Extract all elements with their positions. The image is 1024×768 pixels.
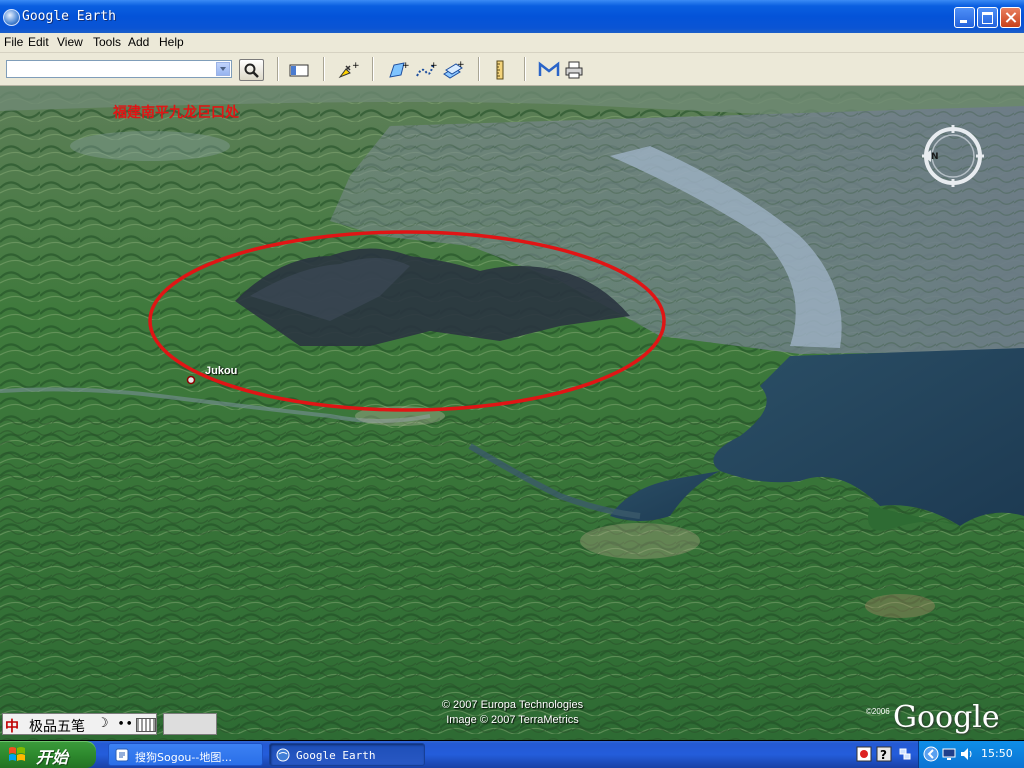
- add-placemark-button[interactable]: +: [335, 59, 359, 81]
- google-earth-app-icon: [3, 9, 20, 26]
- svg-text:?: ?: [880, 748, 887, 762]
- place-marker-icon: [186, 375, 196, 385]
- windows-logo-icon: [9, 747, 25, 761]
- menu-tools[interactable]: Tools: [93, 35, 121, 49]
- search-dropdown-button[interactable]: [216, 62, 230, 76]
- svg-text:+: +: [402, 61, 409, 71]
- toolbar-separator: [478, 57, 480, 81]
- overlay-title: 福建南平九龙巨口处: [113, 105, 239, 121]
- volume-icon[interactable]: [959, 746, 975, 762]
- toolbar-separator: [524, 57, 526, 81]
- add-placemark-icon: +: [338, 61, 359, 79]
- minimize-button[interactable]: [954, 7, 975, 28]
- email-button[interactable]: [536, 59, 560, 81]
- ime-status-bar[interactable]: 中 极品五笔 ☽ ∙∙: [2, 713, 157, 735]
- sidebar-toggle-icon: [289, 64, 309, 77]
- add-image-overlay-button[interactable]: +: [440, 59, 464, 81]
- help-icon[interactable]: ?: [876, 746, 892, 762]
- copyright-notice: © 2007 Europa Technologies Image © 2007 …: [400, 698, 625, 728]
- google-earth-icon: [276, 748, 290, 762]
- svg-text:N: N: [931, 152, 939, 162]
- ime-halfwidth-icon[interactable]: ☽: [97, 716, 109, 731]
- email-icon: [538, 61, 560, 76]
- search-button[interactable]: [239, 59, 264, 81]
- ime-candidate-box: [163, 713, 217, 735]
- copyright-line-2: Image © 2007 TerraMetrics: [446, 714, 579, 726]
- browser-icon: [115, 748, 129, 762]
- add-polygon-button[interactable]: +: [385, 59, 409, 81]
- logo-year: ©2006: [866, 707, 890, 716]
- ime-keyboard-icon[interactable]: [136, 718, 156, 732]
- add-polygon-icon: +: [389, 61, 409, 78]
- ime-name: 极品五笔: [29, 719, 85, 735]
- map-view[interactable]: 福建南平九龙巨口处 Jukou N © 2007 Europa Technolo…: [0, 86, 1024, 740]
- svg-text:+: +: [352, 61, 359, 71]
- sidebar-toggle-button[interactable]: [287, 59, 311, 81]
- taskbar: 开始 搜狗Sogou--地图... Google Earth ? 15:50: [0, 741, 1024, 768]
- system-tray: 15:50: [918, 741, 1024, 768]
- terrain-imagery: [0, 86, 1024, 740]
- toolbar-separator: [277, 57, 279, 81]
- menu-file[interactable]: File: [4, 35, 23, 49]
- toolbar-separator: [323, 57, 325, 81]
- title-bar: Google Earth: [0, 0, 1024, 33]
- svg-text:+: +: [430, 61, 437, 71]
- menu-edit[interactable]: Edit: [28, 35, 49, 49]
- toolbar: + + + +: [0, 53, 1024, 86]
- start-button[interactable]: 开始: [0, 741, 96, 768]
- tray-display-icon[interactable]: [941, 746, 957, 762]
- taskbar-item-label: 搜狗Sogou--地图...: [135, 751, 232, 764]
- ime-punctuation-icon[interactable]: ∙∙: [117, 716, 133, 731]
- ruler-button[interactable]: [488, 59, 512, 81]
- close-button[interactable]: [1000, 7, 1021, 28]
- svg-text:+: +: [457, 60, 464, 70]
- taskbar-item-label: Google Earth: [296, 749, 376, 762]
- tray-app-icon[interactable]: [856, 746, 872, 762]
- copyright-line-1: © 2007 Europa Technologies: [441, 699, 584, 711]
- window-title: Google Earth: [22, 9, 116, 24]
- maximize-button[interactable]: [977, 7, 998, 28]
- clock[interactable]: 15:50: [981, 747, 1013, 760]
- menu-add[interactable]: Add: [128, 35, 149, 49]
- add-path-icon: +: [416, 61, 437, 77]
- menu-bar: File Edit View Tools Add Help: [0, 33, 1024, 53]
- ruler-icon: [496, 60, 504, 80]
- google-logo: Google: [893, 700, 1000, 735]
- search-icon: [244, 63, 259, 78]
- search-input[interactable]: [6, 60, 232, 78]
- menu-view[interactable]: View: [57, 35, 83, 49]
- print-button[interactable]: [562, 59, 586, 81]
- tray-expand-icon[interactable]: [923, 746, 939, 762]
- print-icon: [565, 61, 583, 79]
- place-label[interactable]: Jukou: [205, 365, 237, 377]
- network-icon[interactable]: [897, 746, 913, 762]
- add-image-overlay-icon: +: [443, 60, 464, 79]
- start-label: 开始: [36, 748, 69, 767]
- menu-help[interactable]: Help: [159, 35, 184, 49]
- toolbar-separator: [372, 57, 374, 81]
- add-path-button[interactable]: +: [413, 59, 437, 81]
- ime-language-toggle[interactable]: 中: [5, 716, 19, 736]
- taskbar-item-sogou[interactable]: 搜狗Sogou--地图...: [108, 743, 263, 766]
- compass-icon[interactable]: N: [917, 122, 989, 194]
- taskbar-item-google-earth[interactable]: Google Earth: [269, 743, 425, 766]
